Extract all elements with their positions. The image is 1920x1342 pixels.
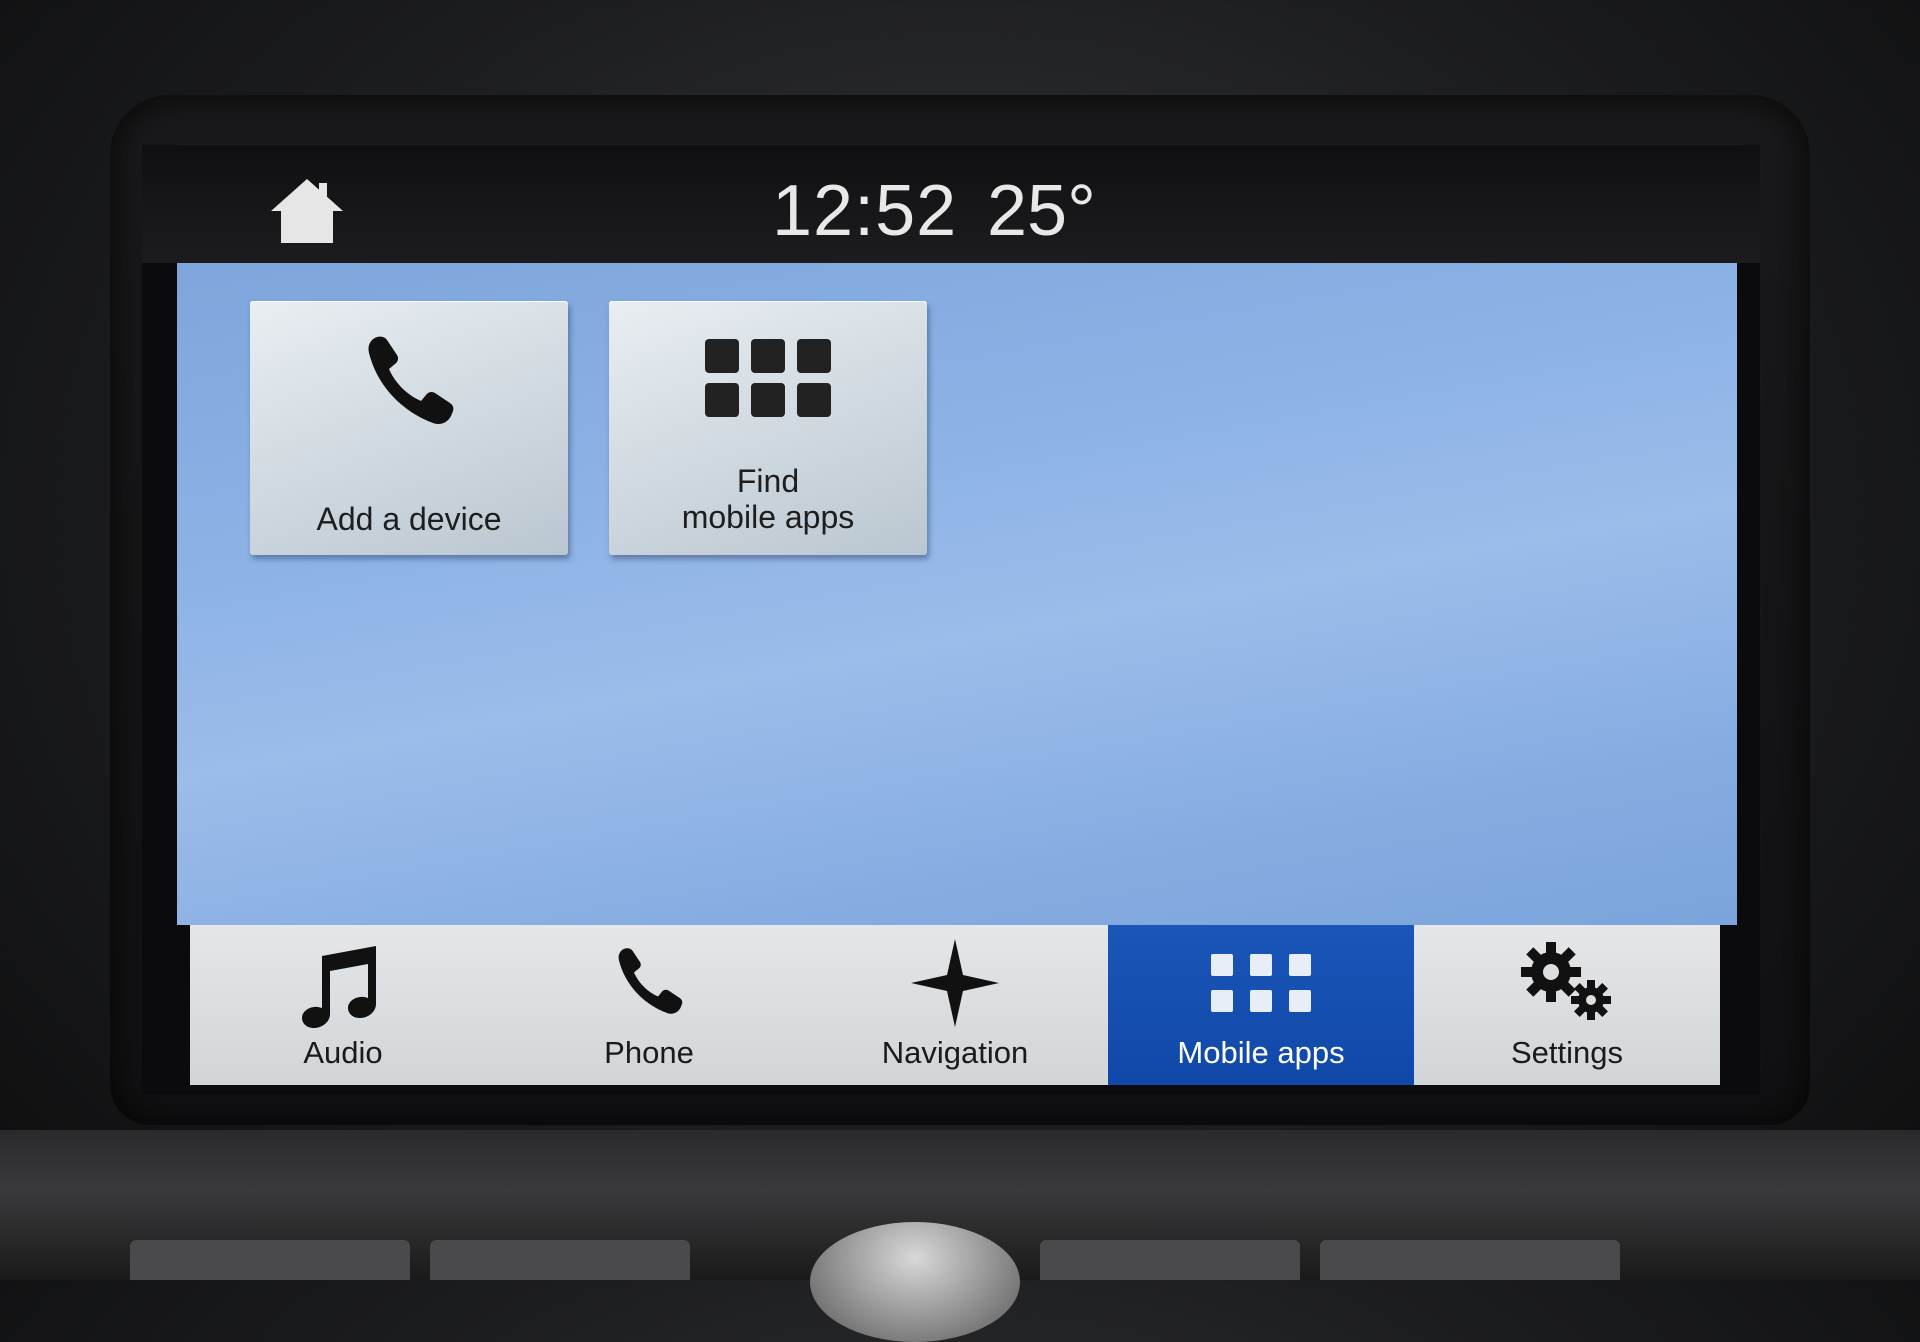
clock: 12:52 (772, 171, 958, 251)
add-device-label: Add a device (316, 501, 502, 537)
console-button-center-left[interactable] (430, 1240, 690, 1280)
status-bar: 12:52 25° (142, 145, 1760, 263)
volume-knob[interactable] (810, 1222, 1020, 1342)
nav-label-phone: Phone (604, 1035, 694, 1070)
bottom-nav-bar: Audio Phone Navigation Mobile apps Setti… (190, 925, 1720, 1085)
add-device-button[interactable]: Add a device (250, 301, 568, 555)
home-button[interactable] (267, 175, 347, 247)
find-mobile-apps-label: Find mobile apps (609, 463, 927, 535)
console-button-center-right[interactable] (1040, 1240, 1300, 1280)
find-mobile-apps-label-line2: mobile apps (681, 499, 855, 535)
nav-item-phone[interactable]: Phone (496, 925, 802, 1085)
console-button-right[interactable] (1320, 1240, 1620, 1280)
find-mobile-apps-label-line1: Find (736, 463, 800, 499)
nav-label-settings: Settings (1510, 1035, 1623, 1070)
apps-grid-icon (705, 339, 831, 417)
mobile-apps-panel: Add a device Find mobile apps (177, 263, 1737, 925)
compass-star-icon (911, 939, 999, 1027)
nav-item-mobile-apps[interactable]: Mobile apps (1108, 925, 1414, 1085)
find-mobile-apps-button[interactable]: Find mobile apps (609, 301, 927, 555)
nav-item-settings[interactable]: Settings (1414, 925, 1720, 1085)
music-note-icon (302, 946, 376, 1028)
outside-temperature: 25° (987, 171, 1096, 251)
nav-label-mobile-apps: Mobile apps (1177, 1035, 1345, 1070)
home-icon (271, 179, 343, 243)
nav-item-navigation[interactable]: Navigation (802, 925, 1108, 1085)
infotainment-screen: 12:52 25° Add a device Find mobile apps … (142, 145, 1760, 1095)
nav-label-navigation: Navigation (881, 1035, 1029, 1070)
gears-icon (1521, 942, 1611, 1020)
console-button-left[interactable] (130, 1240, 410, 1280)
phone-icon (368, 336, 454, 425)
nav-item-audio[interactable]: Audio (190, 925, 496, 1085)
phone-icon (618, 948, 683, 1014)
nav-label-audio: Audio (303, 1035, 383, 1070)
apps-grid-icon (1211, 954, 1311, 1012)
